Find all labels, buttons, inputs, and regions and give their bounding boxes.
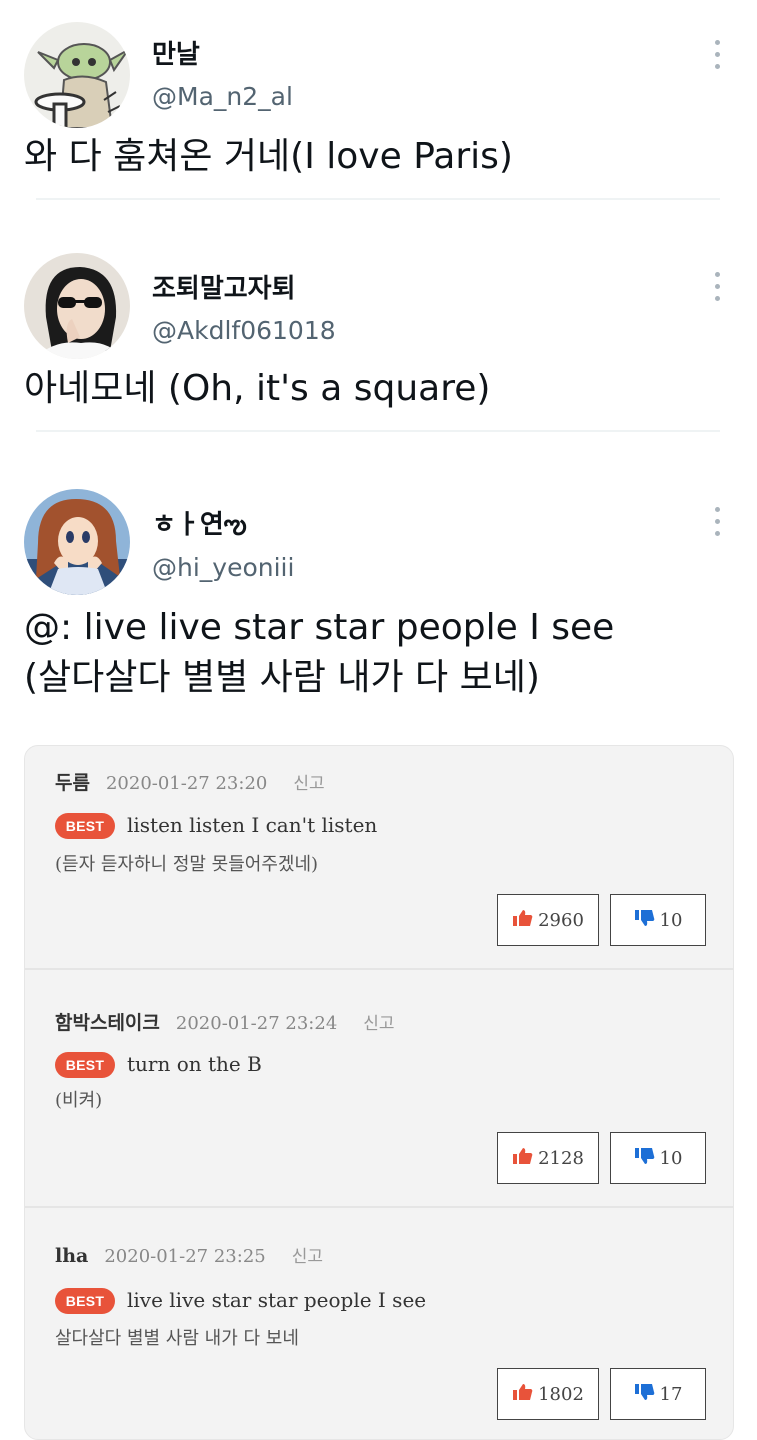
dislike-count: 10 — [659, 909, 683, 931]
tweet-text-line: @: live live star star people I see — [24, 607, 615, 648]
more-vertical-icon[interactable] — [708, 270, 728, 304]
report-link[interactable]: 신고 — [292, 1242, 323, 1267]
tweet-author-name[interactable]: 만날 — [152, 34, 200, 71]
avatar-manal[interactable] — [24, 22, 130, 128]
thumbs-down-icon — [634, 909, 656, 931]
tweet-text-line: 아네모네 (Oh, it's a square) — [24, 368, 491, 409]
thumbs-down-icon — [634, 1147, 656, 1169]
tweet-author-name[interactable]: 조퇴말고자퇴 — [152, 268, 296, 305]
best-badge: BEST — [55, 1288, 115, 1314]
more-vertical-icon[interactable] — [708, 38, 728, 72]
thumbs-down-icon — [634, 1383, 656, 1405]
comment-divider — [25, 968, 733, 970]
like-button[interactable]: 2128 — [497, 1132, 599, 1184]
tweet-author-handle[interactable]: @hi_yeoniii — [152, 553, 294, 582]
like-button[interactable]: 2960 — [497, 894, 599, 946]
like-count: 2128 — [538, 1147, 584, 1169]
comment-header: 함박스테이크 2020-01-27 23:24 신고 — [55, 1008, 395, 1035]
comment-date: 2020-01-27 23:25 — [104, 1246, 266, 1267]
comment-header: lha 2020-01-27 23:25 신고 — [55, 1242, 323, 1267]
tweet-text: 아네모네 (Oh, it's a square) — [24, 364, 744, 414]
comment-text: live live star star people I see — [127, 1288, 427, 1312]
tweet-text-line: 와 다 훔쳐온 거네(I love Paris) — [24, 136, 513, 177]
comment-divider — [25, 1206, 733, 1208]
comment-subtext: (비켜) — [55, 1090, 103, 1111]
avatar-hiyeon[interactable] — [24, 489, 130, 595]
comment-date: 2020-01-27 23:24 — [175, 1013, 338, 1034]
comment-header: 두름 2020-01-27 23:20 신고 — [55, 768, 325, 795]
like-button[interactable]: 1802 — [497, 1368, 599, 1420]
avatar-image — [24, 22, 130, 128]
like-count: 1802 — [538, 1383, 584, 1405]
like-count: 2960 — [538, 909, 584, 931]
comment-username[interactable]: 두름 — [55, 768, 90, 795]
dislike-count: 10 — [659, 1147, 683, 1169]
thumbs-up-icon — [512, 1383, 534, 1405]
report-link[interactable]: 신고 — [363, 1009, 394, 1034]
best-badge: BEST — [55, 813, 115, 839]
comment-text: turn on the B — [127, 1052, 262, 1076]
tweet-author-handle[interactable]: @Akdlf061018 — [152, 316, 336, 345]
divider — [36, 198, 720, 200]
comments-panel: 두름 2020-01-27 23:20 신고 BEST listen liste… — [24, 745, 734, 1440]
more-vertical-icon[interactable] — [708, 505, 728, 539]
tweet-author-handle[interactable]: @Ma_n2_al — [152, 82, 293, 111]
comment-username[interactable]: 함박스테이크 — [55, 1008, 160, 1035]
divider — [36, 430, 720, 432]
comment-username[interactable]: lha — [55, 1245, 88, 1267]
tweet-text: 와 다 훔쳐온 거네(I love Paris) — [24, 132, 744, 182]
report-link[interactable]: 신고 — [293, 769, 324, 794]
tweet-text: @: live live star star people I see (살다살… — [24, 603, 744, 703]
comment-date: 2020-01-27 23:20 — [105, 773, 268, 794]
best-badge: BEST — [55, 1052, 115, 1078]
dislike-button[interactable]: 17 — [610, 1368, 706, 1420]
dislike-count: 17 — [659, 1383, 683, 1405]
dislike-button[interactable]: 10 — [610, 1132, 706, 1184]
tweet-author-name[interactable]: ㅎㅏ연ఌ — [152, 504, 247, 546]
thumbs-up-icon — [512, 909, 534, 931]
thumbs-up-icon — [512, 1147, 534, 1169]
tweet-text-line: (살다살다 별별 사람 내가 다 보네) — [24, 657, 540, 698]
comment-subtext: 살다살다 별별 사람 내가 다 보네 — [55, 1328, 299, 1349]
avatar-akdlf[interactable] — [24, 253, 130, 359]
avatar-image — [24, 489, 130, 595]
avatar-image — [24, 253, 130, 359]
comment-subtext: (듣자 듣자하니 정말 못들어주겠네) — [55, 854, 319, 875]
comment-text: listen listen I can't listen — [127, 813, 378, 837]
dislike-button[interactable]: 10 — [610, 894, 706, 946]
